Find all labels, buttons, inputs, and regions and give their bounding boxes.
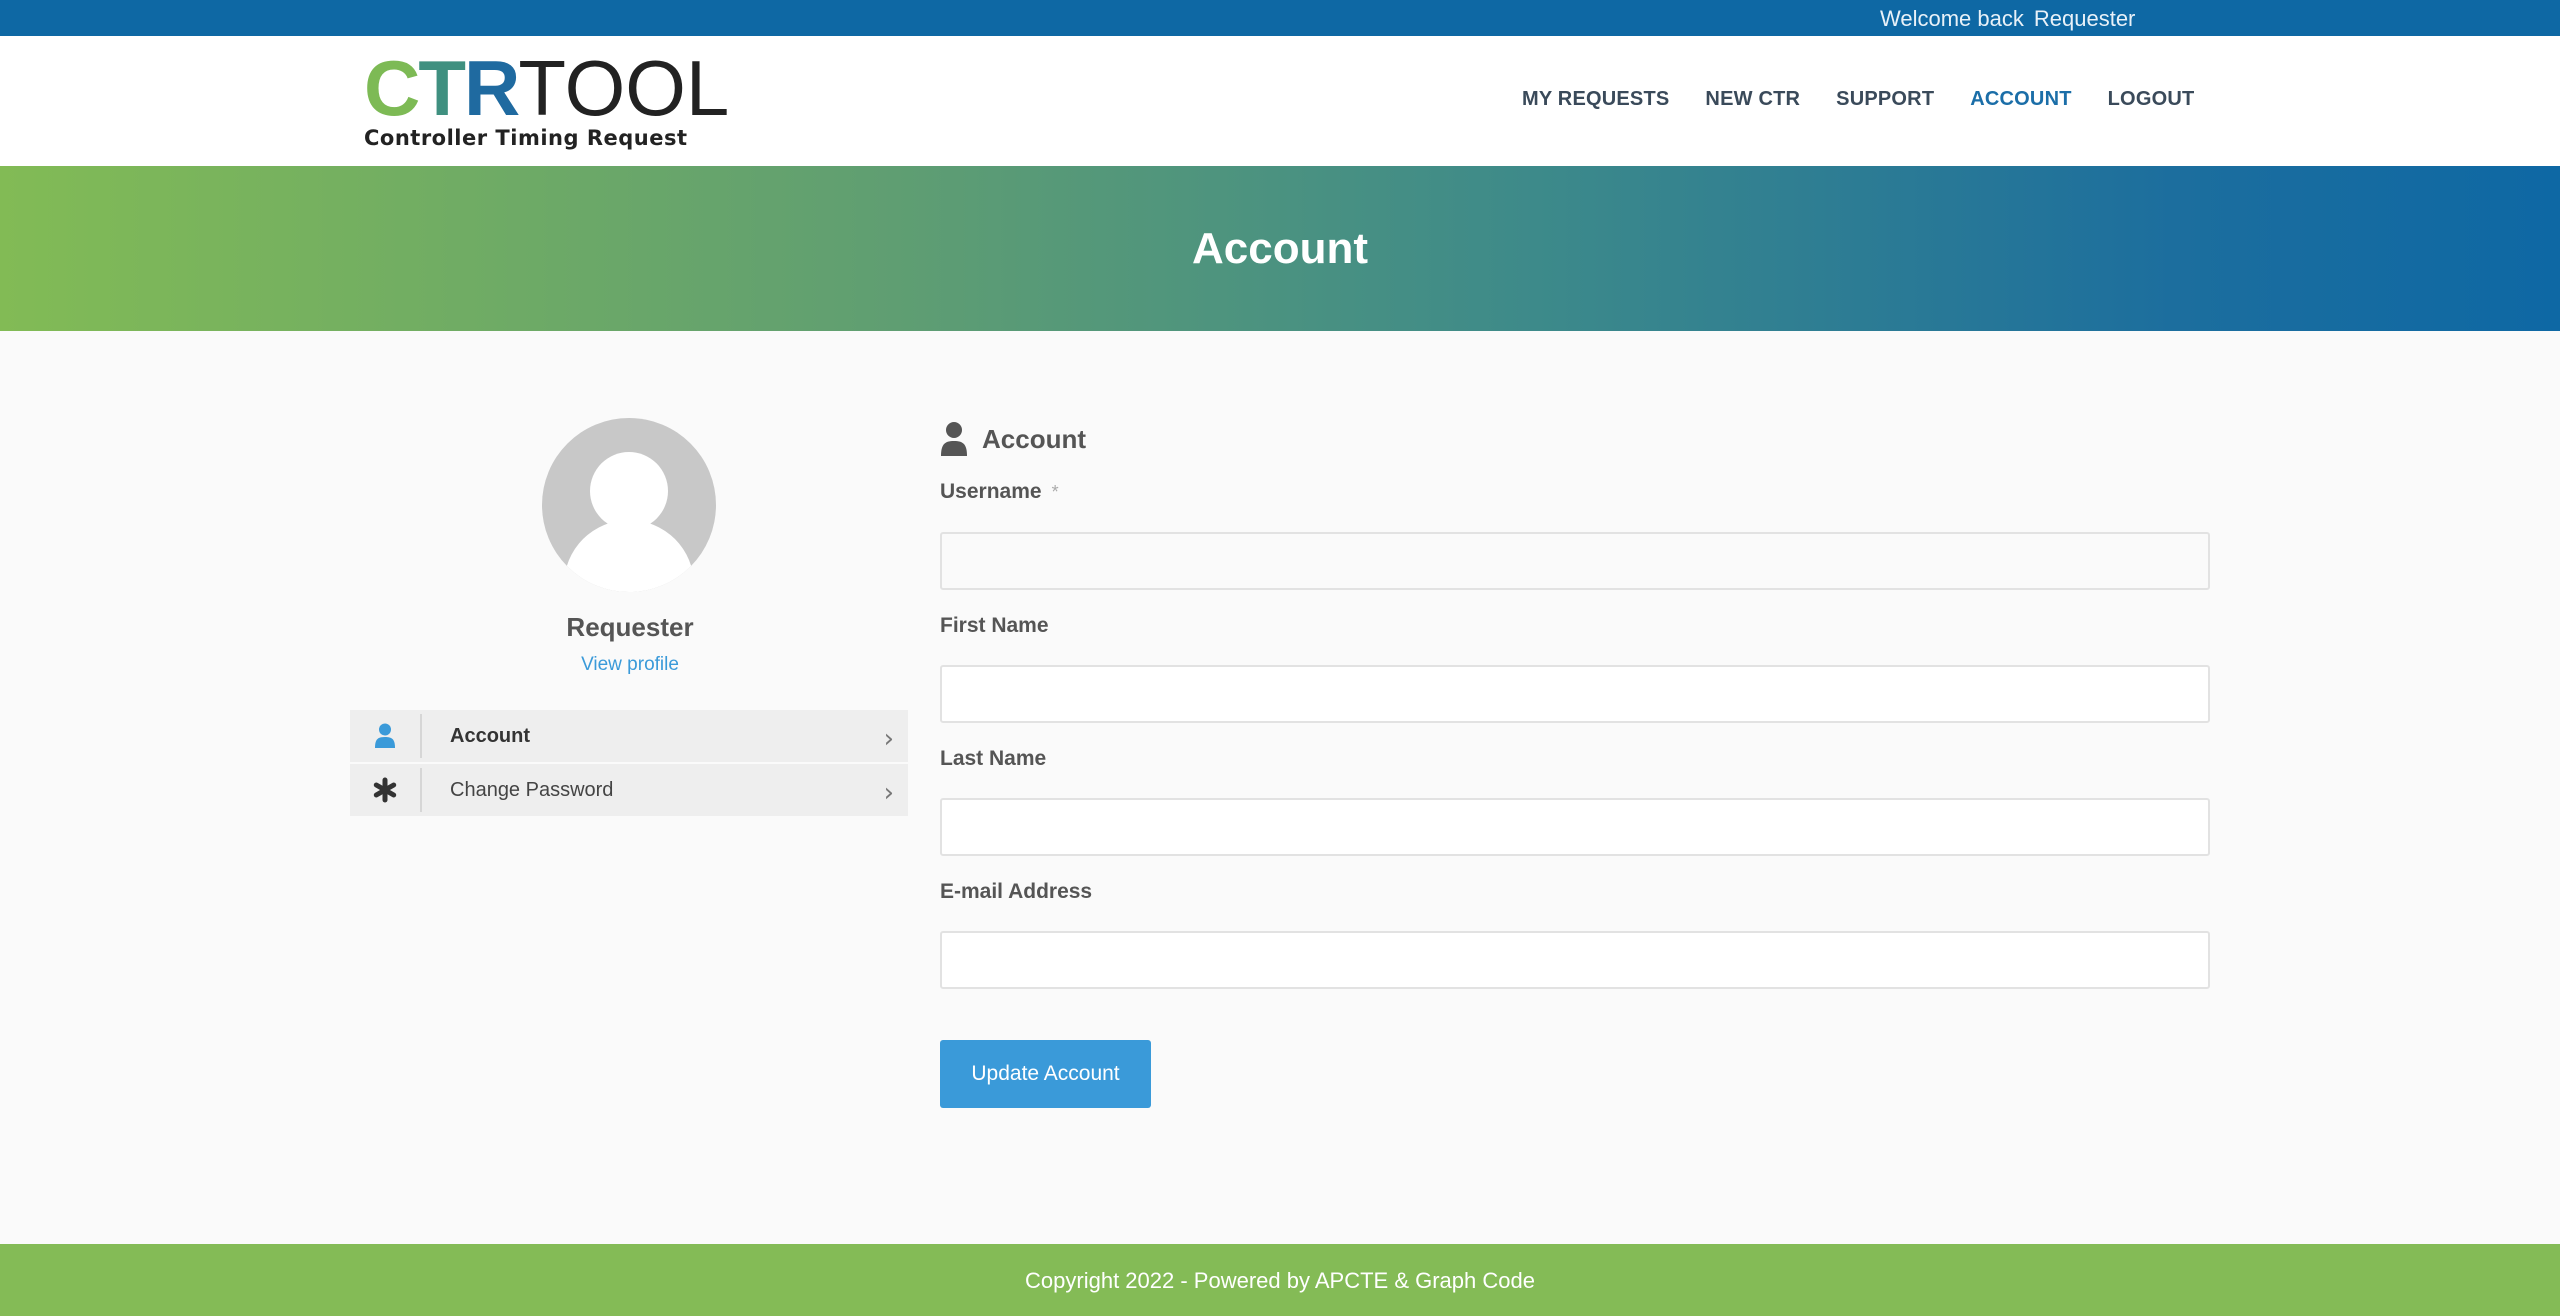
side-menu-label-account: Account [450, 724, 530, 747]
site-footer: Copyright 2022 - Powered by APCTE & Grap… [0, 1244, 2560, 1316]
welcome-prefix: Welcome back [1880, 6, 2024, 31]
nav-my-requests[interactable]: MY REQUESTS [1522, 88, 1669, 111]
logo-subtitle: Controller Timing Request [364, 126, 688, 150]
user-icon [350, 714, 422, 758]
view-profile-link[interactable]: View profile [360, 654, 900, 676]
email-label: E-mail Address [940, 880, 1093, 903]
nav-logout[interactable]: LOGOUT [2108, 88, 2195, 111]
nav-support[interactable]: SUPPORT [1836, 88, 1934, 111]
last-name-input[interactable] [940, 798, 2210, 856]
asterisk-icon [350, 768, 422, 812]
logo-mark: CTRTOOL [364, 49, 729, 127]
account-side-menu: Account › Change Password › [350, 710, 908, 818]
logo-letter-t: T [418, 44, 466, 132]
username-input[interactable] [940, 532, 2210, 590]
logo-letter-r: R [464, 44, 520, 132]
nav-new-ctr[interactable]: NEW CTR [1705, 88, 1800, 111]
form-title-text: Account [982, 423, 1086, 454]
site-header: CTRTOOL Controller Timing Request MY REQ… [0, 36, 2560, 166]
required-mark: * [1051, 482, 1059, 502]
logo-letter-c: C [364, 44, 420, 132]
logo-word-tool: TOOL [518, 44, 730, 132]
side-menu-item-account[interactable]: Account › [350, 710, 908, 764]
user-icon [941, 422, 967, 456]
avatar-head [590, 452, 668, 530]
main-nav: MY REQUESTS NEW CTR SUPPORT ACCOUNT LOGO… [1522, 88, 2230, 111]
email-input[interactable] [940, 931, 2210, 989]
ctr-tool-logo[interactable]: CTRTOOL Controller Timing Request [364, 49, 729, 152]
form-section-title: Account [940, 422, 1086, 456]
update-account-button[interactable]: Update Account [940, 1040, 1151, 1108]
chevron-right-icon: › [883, 724, 894, 754]
nav-account[interactable]: ACCOUNT [1970, 88, 2071, 111]
welcome-message: Welcome back Requester [1880, 6, 2145, 32]
side-menu-label-change-password: Change Password [450, 778, 614, 801]
top-welcome-bar: Welcome back Requester [0, 0, 2560, 36]
profile-name: Requester [566, 612, 694, 642]
avatar-body [564, 520, 694, 592]
first-name-label: First Name [940, 614, 1049, 637]
copyright-text: Copyright 2022 - Powered by APCTE & Grap… [1025, 1268, 1535, 1293]
side-menu-item-change-password[interactable]: Change Password › [350, 764, 908, 818]
username-label: Username * [940, 480, 1059, 504]
chevron-right-icon: › [883, 778, 894, 808]
avatar [542, 418, 716, 592]
page-title: Account [1192, 224, 1368, 273]
username-label-text: Username [940, 480, 1042, 503]
page-banner: Account [0, 166, 2560, 331]
first-name-input[interactable] [940, 665, 2210, 723]
last-name-label: Last Name [940, 747, 1047, 770]
welcome-user-name: Requester [2033, 6, 2136, 31]
